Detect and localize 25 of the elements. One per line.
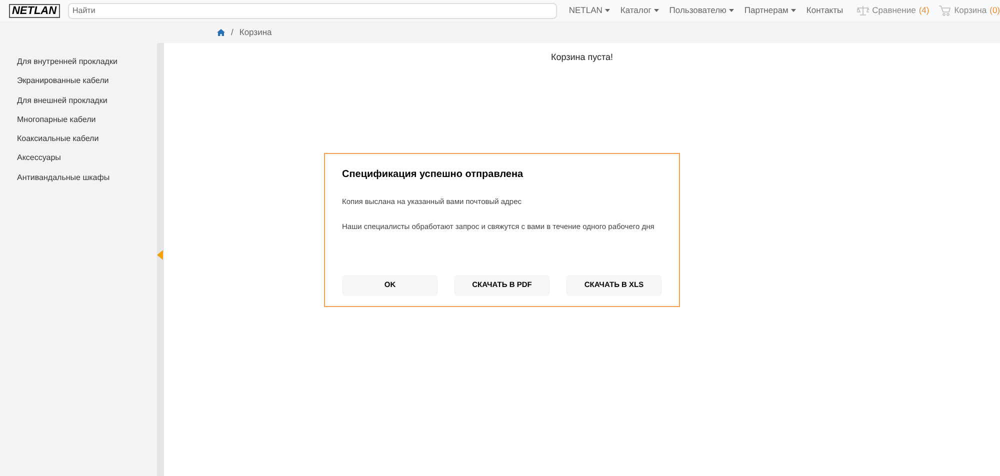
search-field[interactable]: Найти: [68, 2, 557, 18]
cart-icon: [939, 5, 952, 16]
dialog-title: Спецификация успешно отправлена: [342, 168, 524, 182]
empty-cart-message: Корзина пуста!: [550, 51, 614, 64]
caret-icon: [605, 9, 610, 12]
nav-link[interactable]: Партнерам: [744, 4, 796, 17]
sidebar-item[interactable]: Для внутренней прокладки: [17, 52, 157, 72]
caret-icon: [791, 9, 796, 12]
sidebar-item[interactable]: Многопарные кабели: [17, 110, 157, 130]
nav-link[interactable]: NETLAN: [568, 4, 610, 17]
nav-link[interactable]: Пользователю: [669, 4, 734, 17]
scales-icon: [857, 5, 870, 16]
sidebar-item[interactable]: Экранированные кабели: [17, 71, 157, 91]
sidebar-item[interactable]: Коаксиальные кабели: [17, 129, 157, 148]
home-icon[interactable]: [217, 28, 225, 36]
sidebar-item[interactable]: Аксессуары: [17, 148, 157, 168]
nav-link[interactable]: Каталог: [620, 4, 660, 17]
nav-link[interactable]: Контакты: [806, 4, 844, 17]
breadcrumb-item[interactable]: Корзина: [239, 26, 272, 38]
caret-icon: [729, 9, 734, 12]
sidebar-item[interactable]: Антивандальные шкафы: [17, 168, 157, 188]
logo[interactable]: NETLAN: [8, 4, 60, 18]
breadcrumb-separator: /: [231, 26, 234, 38]
sidebar-item[interactable]: Для внешней прокладки: [17, 90, 157, 110]
caret-icon: [654, 9, 660, 12]
